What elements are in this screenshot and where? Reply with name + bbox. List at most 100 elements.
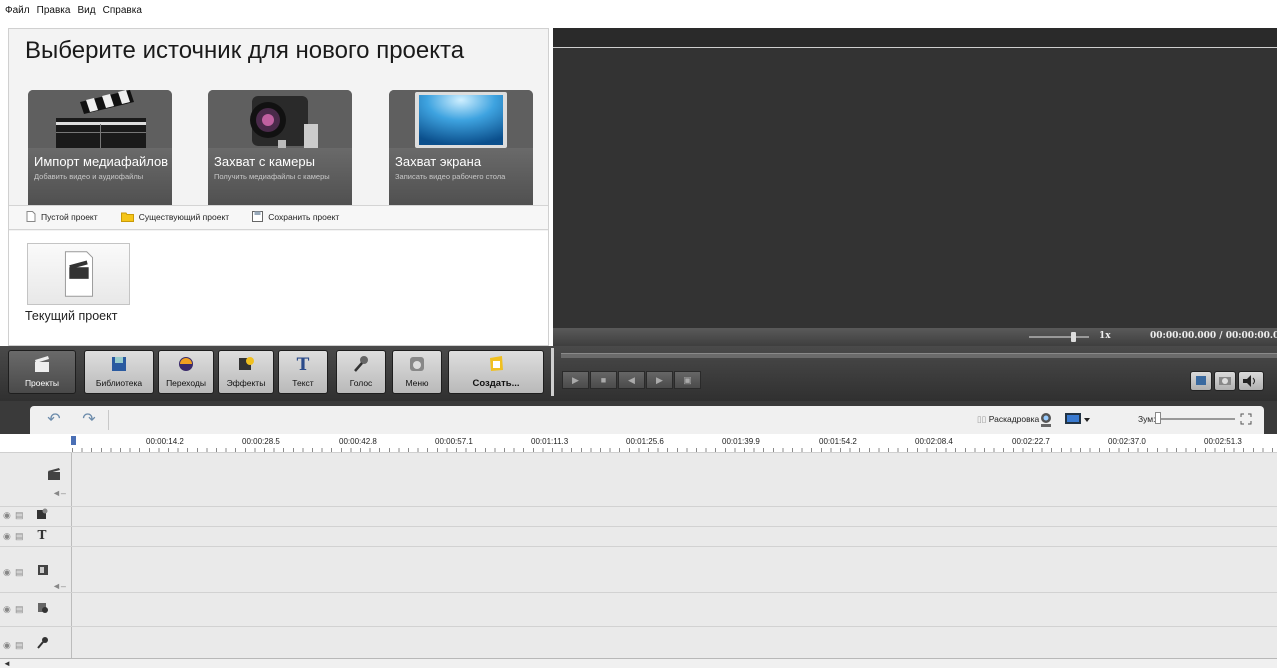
card-title: Захват с камеры bbox=[214, 154, 315, 169]
empty-project-label: Пустой проект bbox=[41, 211, 98, 222]
menu-help[interactable]: Справка bbox=[103, 5, 142, 16]
save-project-button[interactable]: Сохранить проект bbox=[252, 211, 339, 222]
menu-view[interactable]: Вид bbox=[78, 5, 96, 16]
library-label: Библиотека bbox=[95, 378, 143, 388]
audio-mute-icon[interactable]: ◄– bbox=[52, 488, 66, 498]
lock-icon[interactable]: ▤ bbox=[15, 567, 24, 578]
screen-capture-dropdown-icon[interactable] bbox=[1064, 411, 1092, 429]
current-project-thumbnail[interactable] bbox=[27, 243, 130, 305]
timeline-ruler[interactable]: 00:00:14.2 00:00:28.5 00:00:42.8 00:00:5… bbox=[0, 434, 1277, 453]
create-label: Создать... bbox=[472, 378, 520, 389]
dvd-menu-icon bbox=[410, 357, 424, 371]
volume-icon bbox=[1243, 375, 1255, 387]
timeline-header: ↶ ↷ ▯▯ Раскадровка Зум: bbox=[0, 401, 1277, 434]
track-divider bbox=[0, 506, 1277, 507]
current-project-area: Текущий проект bbox=[9, 231, 548, 345]
stop-button[interactable]: ■ bbox=[590, 371, 617, 389]
projects-button[interactable]: Проекты bbox=[8, 350, 76, 394]
voice-button[interactable]: Голос bbox=[336, 350, 386, 394]
page-title: Выберите источник для нового проекта bbox=[25, 37, 465, 64]
speed-value: 1x bbox=[1099, 331, 1111, 341]
zoom-slider-knob[interactable] bbox=[1155, 412, 1161, 424]
horizontal-scrollbar[interactable]: ◄ bbox=[0, 658, 1277, 668]
time-readout: 00:00:00.000 / 00:00:00.000 bbox=[1150, 331, 1277, 341]
timeline-tracks[interactable] bbox=[72, 453, 1277, 658]
import-media-card[interactable]: Импорт медиафайлов Добавить видео и ауди… bbox=[28, 90, 172, 214]
speed-slider[interactable] bbox=[1029, 332, 1089, 342]
camera-button[interactable] bbox=[1214, 371, 1236, 391]
menu-button[interactable]: Меню bbox=[392, 350, 442, 394]
card-subtitle: Добавить видео и аудиофайлы bbox=[34, 172, 144, 181]
svg-text:T: T bbox=[297, 355, 310, 374]
folder-icon bbox=[120, 212, 134, 222]
undo-button[interactable]: ↶ bbox=[43, 411, 65, 429]
effects-button[interactable]: Эффекты bbox=[218, 350, 274, 394]
tick-label: 00:00:14.2 bbox=[146, 437, 184, 446]
eye-icon[interactable]: ◉ bbox=[3, 567, 11, 578]
track-divider bbox=[0, 592, 1277, 593]
storyboard-button[interactable]: ▯▯ Раскадровка bbox=[977, 414, 1039, 425]
play-button[interactable]: ▶ bbox=[562, 371, 589, 389]
redo-button[interactable]: ↷ bbox=[78, 411, 100, 429]
lock-icon[interactable]: ▤ bbox=[15, 640, 24, 651]
tick-label: 00:01:25.6 bbox=[626, 437, 664, 446]
text-button[interactable]: T Текст bbox=[278, 350, 328, 394]
eye-icon[interactable]: ◉ bbox=[3, 604, 11, 615]
library-button[interactable]: Библиотека bbox=[84, 350, 154, 394]
eye-icon[interactable]: ◉ bbox=[3, 510, 11, 521]
playhead-marker[interactable] bbox=[71, 436, 76, 445]
track-divider bbox=[0, 626, 1277, 627]
lock-icon[interactable]: ▤ bbox=[15, 531, 24, 542]
card-title: Импорт медиафайлов bbox=[34, 154, 169, 169]
menu-edit[interactable]: Правка bbox=[37, 5, 71, 16]
transitions-button[interactable]: Переходы bbox=[158, 350, 214, 394]
toolbar-divider bbox=[108, 410, 109, 430]
text-icon: T bbox=[297, 355, 310, 374]
create-button[interactable]: Создать... bbox=[448, 350, 544, 394]
tick-label: 00:02:08.4 bbox=[915, 437, 953, 446]
scroll-left-icon[interactable]: ◄ bbox=[3, 659, 11, 668]
screen-capture-card[interactable]: Захват экрана Записать видео рабочего ст… bbox=[389, 90, 533, 214]
eye-icon[interactable]: ◉ bbox=[3, 531, 11, 542]
tick-label: 00:00:28.5 bbox=[242, 437, 280, 446]
transitions-label: Переходы bbox=[166, 378, 206, 388]
seek-bar[interactable] bbox=[561, 353, 1277, 358]
card-subtitle: Записать видео рабочего стола bbox=[395, 172, 506, 181]
tick-label: 00:02:51.3 bbox=[1204, 437, 1242, 446]
previous-frame-button[interactable]: ◀ bbox=[618, 371, 645, 389]
main-toolbar: Проекты Библиотека Переходы Эффекты T Те… bbox=[0, 346, 1277, 401]
projects-label: Проекты bbox=[24, 378, 60, 388]
save-disk-icon bbox=[252, 211, 264, 222]
volume-button[interactable] bbox=[1238, 371, 1264, 391]
empty-project-button[interactable]: Пустой проект bbox=[26, 211, 98, 222]
existing-project-button[interactable]: Существующий проект bbox=[120, 211, 229, 222]
tick-label: 00:01:39.9 bbox=[722, 437, 760, 446]
music-track-icon bbox=[38, 603, 48, 613]
tick-label: 00:00:42.8 bbox=[339, 437, 377, 446]
menu-file[interactable]: Файл bbox=[5, 5, 30, 16]
video-track-icon bbox=[48, 468, 60, 480]
zoom-slider[interactable] bbox=[1155, 418, 1235, 420]
blank-document-icon bbox=[26, 211, 36, 222]
zoom-label: Зум: bbox=[1138, 414, 1156, 424]
lock-icon[interactable]: ▤ bbox=[15, 510, 24, 521]
project-actions-bar: Пустой проект Существующий проект Сохран… bbox=[9, 205, 548, 230]
preview-top-strip bbox=[553, 28, 1277, 48]
toolbar-divider bbox=[551, 348, 554, 396]
tick-label: 00:02:22.7 bbox=[1012, 437, 1050, 446]
speed-slider-knob[interactable] bbox=[1071, 332, 1076, 342]
fullscreen-preview-button[interactable]: ▣ bbox=[674, 371, 701, 389]
text-label: Текст bbox=[292, 378, 314, 388]
current-project-label: Текущий проект bbox=[25, 309, 118, 323]
next-frame-button[interactable]: ▶ bbox=[646, 371, 673, 389]
menu-bar: Файл Правка Вид Справка bbox=[0, 0, 1277, 28]
text-track-icon: T bbox=[38, 528, 47, 541]
fit-timeline-icon[interactable] bbox=[1240, 413, 1252, 425]
webcam-icon[interactable] bbox=[1037, 411, 1055, 429]
snapshot-button[interactable] bbox=[1190, 371, 1212, 391]
lock-icon[interactable]: ▤ bbox=[15, 604, 24, 615]
audio-mute-icon[interactable]: ◄– bbox=[52, 581, 66, 591]
eye-icon[interactable]: ◉ bbox=[3, 640, 11, 651]
track-divider bbox=[0, 546, 1277, 547]
camera-capture-card[interactable]: Захват с камеры Получить медиафайлы с ка… bbox=[208, 90, 352, 214]
